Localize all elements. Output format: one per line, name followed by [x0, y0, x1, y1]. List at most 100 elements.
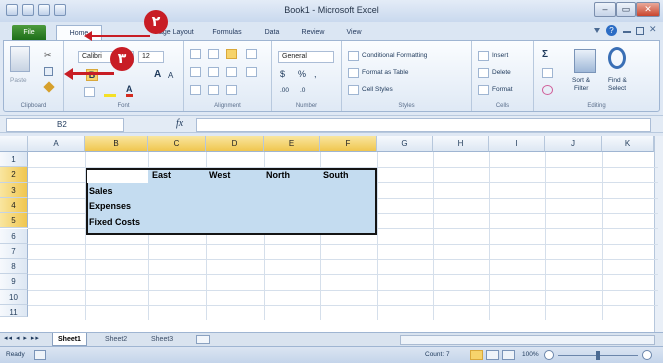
sheet-nav-arrows-icon[interactable]: ◂◂ ◂ ▸ ▸▸ — [4, 334, 40, 342]
column-header-j[interactable]: J — [545, 136, 602, 152]
tab-review[interactable]: Review — [294, 25, 332, 40]
row-header-9[interactable]: 9 — [0, 274, 28, 290]
row-header-8[interactable]: 8 — [0, 259, 28, 275]
select-all-corner[interactable] — [0, 136, 28, 152]
cell-b5[interactable]: Fixed Costs — [89, 217, 140, 227]
font-color-icon[interactable]: A — [126, 85, 133, 97]
decrease-decimal-button[interactable]: .0 — [300, 87, 305, 94]
paste-button-label[interactable]: Paste — [10, 77, 27, 84]
worksheet-grid[interactable]: A B C D E F G H I J K 1 2 3 4 5 6 7 8 9 … — [0, 136, 663, 332]
zoom-slider-thumb[interactable] — [596, 351, 600, 360]
copy-icon[interactable] — [44, 67, 53, 76]
delete-cells-icon[interactable] — [478, 68, 489, 78]
column-header-i[interactable]: I — [489, 136, 545, 152]
insert-cells-icon[interactable] — [478, 51, 489, 61]
find-select-icon[interactable] — [608, 47, 626, 69]
comma-button[interactable]: , — [314, 69, 317, 79]
cell-e2[interactable]: North — [266, 170, 290, 180]
fill-color-icon[interactable] — [104, 87, 116, 97]
tab-formulas[interactable]: Formulas — [206, 25, 248, 40]
column-header-g[interactable]: G — [377, 136, 433, 152]
minimize-button[interactable]: – — [594, 2, 616, 17]
orientation-icon[interactable] — [226, 85, 237, 95]
merge-center-icon[interactable] — [246, 67, 257, 77]
column-header-k[interactable]: K — [602, 136, 654, 152]
close-button[interactable]: ✕ — [636, 2, 660, 17]
vertical-scrollbar[interactable] — [654, 136, 663, 332]
conditional-formatting-icon[interactable] — [348, 51, 359, 61]
align-center-icon[interactable] — [208, 67, 219, 77]
column-header-e[interactable]: E — [264, 136, 320, 152]
shrink-font-button[interactable]: A — [168, 71, 173, 80]
cell-d2[interactable]: West — [209, 170, 230, 180]
cell-f2[interactable]: South — [323, 170, 349, 180]
sheet-tab-sheet1[interactable]: Sheet1 — [52, 333, 87, 346]
row-header-1[interactable]: 1 — [0, 152, 28, 168]
row-header-10[interactable]: 10 — [0, 289, 28, 305]
row-header-3[interactable]: 3 — [0, 182, 28, 198]
insert-sheet-icon[interactable] — [196, 335, 210, 344]
cell-b3[interactable]: Sales — [89, 186, 113, 196]
row-header-6[interactable]: 6 — [0, 228, 28, 244]
tab-home[interactable]: Home — [56, 25, 102, 40]
align-left-icon[interactable] — [190, 67, 201, 77]
insert-cells-button[interactable]: Insert — [492, 52, 508, 59]
sort-filter-icon[interactable] — [574, 49, 596, 73]
find-select-label-2[interactable]: Select — [608, 85, 626, 92]
column-header-f[interactable]: F — [320, 136, 377, 152]
sort-filter-label-2[interactable]: Filter — [574, 85, 588, 92]
normal-view-icon[interactable] — [470, 350, 483, 360]
grow-font-button[interactable]: A — [154, 69, 161, 80]
cell-b4[interactable]: Expenses — [89, 201, 131, 211]
formula-input[interactable] — [196, 118, 651, 132]
sort-filter-label-1[interactable]: Sort & — [572, 77, 590, 84]
font-size-select[interactable]: 12 — [138, 51, 164, 63]
percent-button[interactable]: % — [298, 69, 306, 79]
find-select-label-1[interactable]: Find & — [608, 77, 627, 84]
align-bottom-icon[interactable] — [226, 49, 237, 59]
increase-indent-icon[interactable] — [208, 85, 219, 95]
bold-button[interactable]: B — [86, 69, 98, 81]
format-cells-button[interactable]: Format — [492, 86, 513, 93]
active-cell-b2[interactable] — [87, 170, 148, 183]
column-header-h[interactable]: H — [433, 136, 489, 152]
align-top-icon[interactable] — [190, 49, 201, 59]
format-as-table-icon[interactable] — [348, 68, 359, 78]
column-header-a[interactable]: A — [28, 136, 85, 152]
column-header-d[interactable]: D — [206, 136, 264, 152]
page-layout-view-icon[interactable] — [486, 350, 499, 360]
doc-restore-icon[interactable] — [636, 27, 644, 35]
zoom-level[interactable]: 100% — [522, 351, 539, 358]
align-middle-icon[interactable] — [208, 49, 219, 59]
cell-c2[interactable]: East — [152, 170, 171, 180]
sheet-tab-sheet2[interactable]: Sheet2 — [100, 333, 132, 346]
format-as-table-button[interactable]: Format as Table — [362, 69, 408, 76]
row-header-7[interactable]: 7 — [0, 243, 28, 260]
cell-styles-icon[interactable] — [348, 85, 359, 95]
conditional-formatting-button[interactable]: Conditional Formatting — [362, 52, 427, 59]
tab-view[interactable]: View — [339, 25, 369, 40]
row-header-5[interactable]: 5 — [0, 213, 28, 229]
row-header-2[interactable]: 2 — [0, 167, 28, 183]
doc-close-icon[interactable]: ✕ — [649, 24, 657, 35]
row-header-4[interactable]: 4 — [0, 197, 28, 214]
page-break-view-icon[interactable] — [502, 350, 515, 360]
doc-minimize-icon[interactable] — [623, 31, 631, 33]
restore-button[interactable]: ▭ — [616, 2, 636, 17]
autosum-icon[interactable]: Σ — [542, 49, 548, 60]
currency-button[interactable]: $ — [280, 69, 285, 79]
increase-decimal-button[interactable]: .00 — [280, 87, 289, 94]
ribbon-minimize-icon[interactable] — [594, 28, 600, 34]
name-box[interactable]: B2 — [6, 118, 124, 132]
tab-data[interactable]: Data — [257, 25, 287, 40]
cell-styles-button[interactable]: Cell Styles — [362, 86, 393, 93]
align-right-icon[interactable] — [226, 67, 237, 77]
tab-file[interactable]: File — [12, 25, 46, 40]
cut-icon[interactable]: ✂ — [44, 50, 52, 61]
delete-cells-button[interactable]: Delete — [492, 69, 511, 76]
zoom-in-icon[interactable] — [642, 350, 652, 360]
format-cells-icon[interactable] — [478, 85, 489, 95]
column-header-b[interactable]: B — [85, 136, 148, 152]
number-format-select[interactable]: General — [278, 51, 334, 63]
clear-icon[interactable] — [542, 85, 553, 95]
